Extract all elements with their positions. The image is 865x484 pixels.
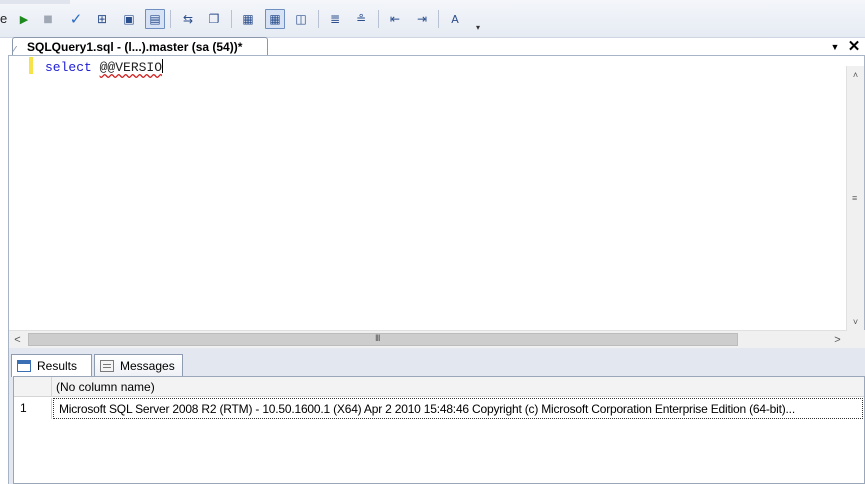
row-number[interactable]: 1 <box>14 398 52 419</box>
estimated-plan-icon: ⊞ <box>96 12 108 26</box>
decrease-indent-button[interactable]: ⇤ <box>385 9 405 29</box>
sql-keyword: select <box>45 60 92 75</box>
query-designer-button[interactable]: ▣ <box>119 9 139 29</box>
scroll-left-icon[interactable]: < <box>9 331 26 348</box>
increase-indent-button[interactable]: ⇥ <box>412 9 432 29</box>
result-cell[interactable]: Microsoft SQL Server 2008 R2 (RTM) - 10.… <box>53 398 863 419</box>
close-icon[interactable]: ✕ <box>846 38 862 55</box>
unsaved-change-indicator <box>29 57 33 74</box>
include-actual-plan-icon: ❐ <box>208 12 220 26</box>
comment-button[interactable]: ≣ <box>325 9 345 29</box>
estimated-plan-button[interactable]: ⊞ <box>92 9 112 29</box>
decrease-indent-icon: ⇤ <box>389 12 401 26</box>
editor-margin <box>9 56 27 331</box>
tab-sqlquery1[interactable]: SQLQuery1.sql - (l...).master (sa (54))* <box>12 37 268 56</box>
ssms-query-window: e ▶ ■ ✓ ⊞ ▣ ▤ ⇆ ❐ ▦ ▦ ◫ ≣ ≗ ⇤ ⇥ A ▾ SQLQ… <box>0 0 865 484</box>
comment-icon: ≣ <box>329 12 341 26</box>
analyze-query-icon: ⇆ <box>182 12 194 26</box>
scroll-up-icon[interactable]: ˄ <box>847 66 864 83</box>
scrollbar-grip-icon: III <box>375 333 380 343</box>
toolbar-separator <box>318 10 319 28</box>
scrollbar-corner <box>847 330 865 348</box>
tab-messages[interactable]: Messages <box>94 354 183 376</box>
increase-indent-icon: ⇥ <box>416 12 428 26</box>
include-actual-plan-button[interactable]: ❐ <box>204 9 224 29</box>
grid-header-row: (No column name) <box>14 377 864 397</box>
results-to-text-button[interactable]: ▦ <box>238 9 258 29</box>
analyze-query-button[interactable]: ⇆ <box>178 9 198 29</box>
uncomment-icon: ≗ <box>355 12 367 26</box>
horizontal-scroll-thumb[interactable]: III <box>28 333 738 346</box>
messages-icon <box>99 359 115 373</box>
tab-messages-label: Messages <box>120 358 175 373</box>
toolbar-leading-text: e <box>0 11 8 26</box>
results-to-text-icon: ▦ <box>242 12 254 26</box>
scroll-down-icon[interactable]: ˅ <box>847 313 864 330</box>
execute-button[interactable]: ▶ <box>14 9 34 29</box>
parse-icon: ✓ <box>69 10 83 28</box>
editor-horizontal-scrollbar[interactable]: < III > <box>9 330 847 348</box>
tab-results-label: Results <box>37 359 78 373</box>
code-line[interactable]: select @@VERSIO <box>45 59 164 75</box>
tab-results[interactable]: Results <box>11 354 92 377</box>
sql-editor-toolbar: e ▶ ■ ✓ ⊞ ▣ ▤ ⇆ ❐ ▦ ▦ ◫ ≣ ≗ ⇤ ⇥ A ▾ <box>0 0 865 38</box>
results-to-grid-icon: ▦ <box>269 12 281 26</box>
scrollbar-grip-icon[interactable]: ≡ <box>852 193 860 203</box>
query-designer-icon: ▣ <box>123 12 135 26</box>
results-to-file-icon: ◫ <box>295 12 307 26</box>
results-to-file-button[interactable]: ◫ <box>291 9 311 29</box>
specify-template-values-icon: A <box>451 12 459 26</box>
specify-values-icon: ▤ <box>149 12 161 26</box>
editor-vertical-scrollbar[interactable]: ˄ ≡ ˅ <box>846 66 864 330</box>
results-grid[interactable]: (No column name) 1 Microsoft SQL Server … <box>13 376 865 484</box>
scroll-right-icon[interactable]: > <box>829 331 846 348</box>
toolbar-separator <box>170 10 171 28</box>
chevron-down-icon[interactable]: ▼ <box>828 40 842 54</box>
toolbar-top-strip <box>0 0 70 4</box>
toolbar-separator <box>378 10 379 28</box>
query-editor[interactable]: select @@VERSIO ˄ ≡ ˅ < III > <box>8 55 865 348</box>
stop-icon: ■ <box>43 13 53 25</box>
results-pane: Results Messages (No column name) 1 Micr… <box>8 348 865 484</box>
column-header[interactable]: (No column name) <box>56 380 155 394</box>
execute-icon: ▶ <box>19 12 29 26</box>
specify-values-button[interactable]: ▤ <box>145 9 165 29</box>
toolbar-overflow-chevron-icon[interactable]: ▾ <box>473 16 483 32</box>
grid-icon <box>16 359 32 373</box>
sql-identifier: @@VERSIO <box>99 60 163 75</box>
row-number-header[interactable] <box>14 377 52 397</box>
parse-button[interactable]: ✓ <box>66 9 86 29</box>
uncomment-button[interactable]: ≗ <box>351 9 371 29</box>
specify-template-values-button[interactable]: A <box>445 9 465 29</box>
text-caret <box>162 59 164 73</box>
table-row[interactable]: 1 Microsoft SQL Server 2008 R2 (RTM) - 1… <box>14 398 864 419</box>
stop-button[interactable]: ■ <box>38 9 58 29</box>
results-to-grid-button[interactable]: ▦ <box>265 9 285 29</box>
toolbar-separator <box>231 10 232 28</box>
toolbar-separator <box>438 10 439 28</box>
